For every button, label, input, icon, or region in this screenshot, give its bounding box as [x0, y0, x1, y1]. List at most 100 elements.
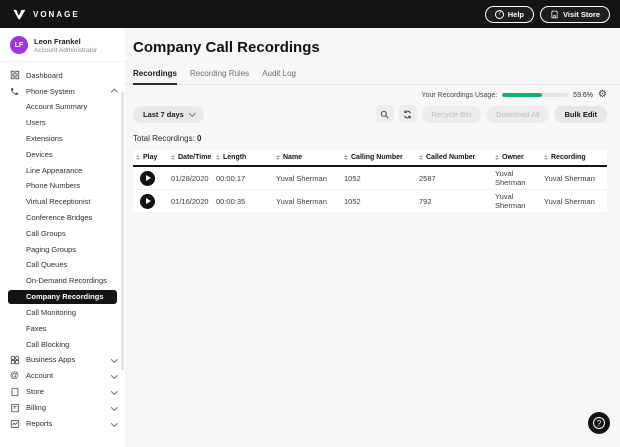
sidebar-item-line-appearance[interactable]: Line Appearance	[0, 162, 125, 178]
sidebar-item-label: Reports	[26, 419, 112, 428]
sidebar-item-on-demand-recordings[interactable]: On-Demand Recordings	[0, 273, 125, 289]
sidebar-item-faxes[interactable]: Faxes	[0, 320, 125, 336]
column-header-length[interactable]: Length	[216, 154, 276, 161]
sidebar-item-devices[interactable]: Devices	[0, 146, 125, 162]
column-header-called-number[interactable]: Called Number	[419, 154, 495, 161]
vonage-v-icon	[12, 8, 27, 21]
user-role: Account Administrator	[34, 47, 97, 54]
sidebar-item-company-recordings[interactable]: Company Recordings	[8, 290, 117, 304]
sidebar-item-label: Phone System	[26, 87, 112, 96]
column-header-play[interactable]: Play	[136, 154, 171, 161]
total-recordings-value: 0	[197, 134, 201, 143]
sort-icon	[495, 155, 499, 161]
usage-progress-fill	[502, 93, 541, 97]
column-header-date-time[interactable]: Date/Time	[171, 154, 216, 161]
date-filter-dropdown[interactable]: Last 7 days	[133, 106, 204, 123]
refresh-icon	[402, 109, 413, 120]
sidebar-item-call-monitoring[interactable]: Call Monitoring	[0, 305, 125, 321]
page-title: Company Call Recordings	[133, 39, 607, 56]
refresh-button[interactable]	[399, 105, 417, 123]
sidebar-item-label: Store	[26, 387, 112, 396]
cell-name: Yuval Sherman	[276, 197, 344, 206]
sort-icon	[136, 155, 140, 161]
table-row: 01/16/2020 00:00:35 Yuval Sherman 1052 7…	[133, 190, 607, 213]
cell-date-time: 01/16/2020	[171, 197, 216, 206]
phone-icon	[9, 86, 20, 97]
recordings-usage: Your Recordings Usage: 59.6% ⚙	[133, 90, 607, 100]
vonage-logo: VONAGE	[12, 8, 80, 21]
column-header-recording[interactable]: Recording	[544, 154, 604, 161]
chevron-down-icon	[111, 372, 117, 378]
help-button[interactable]: ? Help	[485, 6, 534, 23]
sidebar-item-call-queues[interactable]: Call Queues	[0, 257, 125, 273]
sidebar-item-call-blocking[interactable]: Call Blocking	[0, 336, 125, 352]
tab-audit-log[interactable]: Audit Log	[262, 69, 296, 84]
tab-recording-rules[interactable]: Recording Rules	[190, 69, 249, 84]
settings-gear-icon[interactable]: ⚙	[598, 90, 607, 100]
sidebar-item-call-groups[interactable]: Call Groups	[0, 225, 125, 241]
play-button[interactable]	[140, 171, 155, 186]
sidebar-item-users[interactable]: Users	[0, 115, 125, 131]
sidebar-item-billing[interactable]: Billing	[0, 400, 125, 416]
sidebar-item-account-summary[interactable]: Account Summary	[0, 99, 125, 115]
brand-text: VONAGE	[33, 10, 80, 19]
table-header: Play Date/Time Length Name Calling Numbe…	[133, 150, 607, 167]
play-button[interactable]	[140, 194, 155, 209]
visit-store-button[interactable]: Visit Store	[540, 6, 610, 23]
sidebar-item-account[interactable]: @ Account	[0, 368, 125, 384]
tab-bar: Recordings Recording Rules Audit Log	[125, 69, 620, 85]
total-recordings-label: Total Recordings:	[133, 134, 195, 143]
sidebar-item-reports[interactable]: Reports	[0, 416, 125, 432]
sidebar-item-dashboard[interactable]: Dashboard	[0, 67, 125, 83]
sidebar-item-paging-groups[interactable]: Paging Groups	[0, 241, 125, 257]
sidebar-scrollbar[interactable]	[121, 92, 124, 370]
cell-recording: Yuval Sherman	[544, 197, 604, 206]
help-button-label: Help	[508, 10, 524, 19]
sidebar-item-extensions[interactable]: Extensions	[0, 131, 125, 147]
sidebar-item-business-apps[interactable]: Business Apps	[0, 352, 125, 368]
sidebar-item-phone-numbers[interactable]: Phone Numbers	[0, 178, 125, 194]
user-panel[interactable]: LF Leon Frankel Account Administrator	[0, 28, 125, 62]
column-header-owner[interactable]: Owner	[495, 154, 544, 161]
cell-owner: Yuval Sherman	[495, 169, 544, 187]
date-filter-label: Last 7 days	[143, 110, 184, 119]
column-header-name[interactable]: Name	[276, 154, 344, 161]
sidebar-item-store[interactable]: Store	[0, 384, 125, 400]
sidebar-item-label: Billing	[26, 403, 112, 412]
sort-icon	[419, 155, 423, 161]
floating-help-button[interactable]: ?	[588, 412, 610, 434]
sidebar-item-conference-bridges[interactable]: Conference Bridges	[0, 210, 125, 226]
help-icon: ?	[495, 10, 504, 19]
cell-length: 00:00:35	[216, 197, 276, 206]
usage-label: Your Recordings Usage:	[422, 92, 498, 99]
tab-recordings[interactable]: Recordings	[133, 69, 177, 85]
sidebar-item-virtual-receptionist[interactable]: Virtual Receptionist	[0, 194, 125, 210]
cell-owner: Yuval Sherman	[495, 192, 544, 210]
download-all-button[interactable]: Download All	[486, 106, 549, 123]
cell-date-time: 01/28/2020	[171, 174, 216, 183]
dashboard-icon	[9, 70, 20, 81]
cell-calling-number: 1052	[344, 174, 419, 183]
search-button[interactable]	[376, 105, 394, 123]
bulk-edit-button[interactable]: Bulk Edit	[554, 106, 607, 123]
sidebar-item-label: Account	[26, 371, 112, 380]
sort-icon	[216, 155, 220, 161]
play-icon	[146, 198, 151, 204]
sidebar-item-label: Business Apps	[26, 355, 112, 364]
sidebar-item-phone-system[interactable]: Phone System	[0, 83, 125, 99]
chevron-down-icon	[111, 420, 117, 426]
chevron-up-icon	[111, 89, 117, 95]
column-header-calling-number[interactable]: Calling Number	[344, 154, 419, 161]
sidebar-item-label: Dashboard	[26, 71, 116, 80]
usage-progress-bar	[502, 93, 568, 97]
usage-percent: 59.6%	[573, 92, 593, 99]
chevron-down-icon	[111, 356, 117, 362]
recycle-bin-button[interactable]: Recycle Bin	[422, 106, 482, 123]
sort-icon	[344, 155, 348, 161]
total-recordings: Total Recordings: 0	[133, 134, 607, 143]
sort-icon	[276, 155, 280, 161]
store-icon	[550, 10, 559, 19]
question-mark-icon: ?	[593, 417, 605, 429]
user-name: Leon Frankel	[34, 37, 97, 46]
table-row: 01/28/2020 00:00:17 Yuval Sherman 1052 2…	[133, 167, 607, 190]
